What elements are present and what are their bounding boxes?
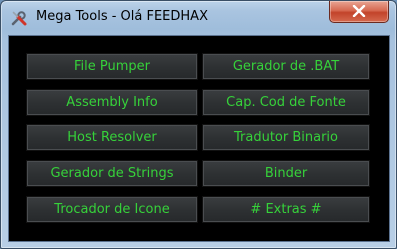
main-window: Mega Tools - Olá FEEDHAX File Pumper Ass…	[0, 0, 397, 249]
tools-icon	[10, 9, 28, 27]
source-capture-button[interactable]: Cap. Cod de Fonte	[202, 89, 370, 116]
icon-changer-button[interactable]: Trocador de Icone	[26, 196, 198, 223]
close-icon	[352, 2, 366, 21]
string-generator-button[interactable]: Gerador de Strings	[26, 160, 198, 187]
binary-translator-button[interactable]: Tradutor Binario	[202, 124, 370, 151]
extras-button[interactable]: # Extras #	[202, 196, 370, 223]
binder-button[interactable]: Binder	[202, 160, 370, 187]
host-resolver-button[interactable]: Host Resolver	[26, 124, 198, 151]
file-pumper-button[interactable]: File Pumper	[26, 53, 198, 80]
window-title: Mega Tools - Olá FEEDHAX	[36, 9, 208, 24]
tools-panel: File Pumper Assembly Info Host Resolver …	[8, 35, 390, 242]
assembly-info-button[interactable]: Assembly Info	[26, 89, 198, 116]
close-button[interactable]	[329, 1, 389, 23]
title-bar[interactable]: Mega Tools - Olá FEEDHAX	[1, 1, 396, 35]
bat-generator-button[interactable]: Gerador de .BAT	[202, 53, 370, 80]
